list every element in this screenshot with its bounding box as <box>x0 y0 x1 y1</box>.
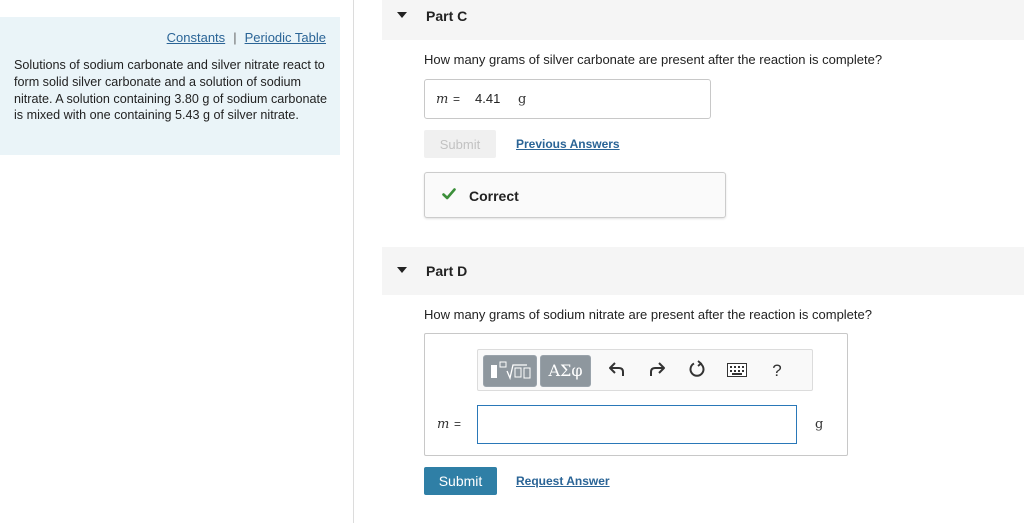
undo-icon[interactable] <box>606 360 628 382</box>
reset-icon[interactable] <box>686 360 708 382</box>
problem-statement: Solutions of sodium carbonate and silver… <box>14 58 327 123</box>
answer-unit: g <box>518 92 527 107</box>
collapse-caret-icon[interactable] <box>397 12 407 18</box>
part-d-question: How many grams of sodium nitrate are pre… <box>424 307 872 322</box>
link-separator: | <box>233 30 237 45</box>
math-toolbar: ΑΣφ ? <box>477 349 813 391</box>
part-c-title: Part C <box>426 8 468 24</box>
collapse-caret-icon[interactable] <box>397 267 407 273</box>
redo-icon[interactable] <box>646 360 668 382</box>
keyboard-icon[interactable] <box>726 360 748 382</box>
resource-links: Constants | Periodic Table <box>167 30 326 45</box>
left-panel: Constants | Periodic Table Solutions of so… <box>0 0 354 523</box>
answer-input[interactable] <box>477 405 797 444</box>
feedback-box: Correct <box>424 172 726 218</box>
part-d-answer-area: ΑΣφ ? m = g <box>424 333 848 456</box>
part-c-submit-button: Submit <box>424 130 496 158</box>
periodic-table-link[interactable]: Periodic Table <box>245 30 326 45</box>
help-button[interactable]: ? <box>766 360 788 382</box>
answer-variable: m <box>437 417 450 432</box>
checkmark-icon <box>442 188 456 200</box>
answer-unit: g <box>815 417 824 432</box>
answer-variable: m <box>436 92 449 107</box>
constants-link[interactable]: Constants <box>167 30 226 45</box>
previous-answers-link[interactable]: Previous Answers <box>516 137 620 151</box>
part-d-header[interactable]: Part D <box>382 247 1024 295</box>
templates-icon <box>491 361 531 381</box>
equals-sign: = <box>454 417 462 431</box>
problem-info-box: Constants | Periodic Table Solutions of so… <box>0 17 340 155</box>
templates-button[interactable] <box>483 355 537 387</box>
equals-sign: = <box>453 92 461 106</box>
part-d-submit-button[interactable]: Submit <box>424 467 497 495</box>
greek-symbols-button[interactable]: ΑΣφ <box>540 355 591 387</box>
part-c-answer-display: m = 4.41 g <box>424 79 711 119</box>
part-d-title: Part D <box>426 263 468 279</box>
feedback-correct-label: Correct <box>469 188 519 204</box>
part-c-question: How many grams of silver carbonate are p… <box>424 52 883 67</box>
part-c-header[interactable]: Part C <box>382 0 1024 40</box>
request-answer-link[interactable]: Request Answer <box>516 474 610 488</box>
answer-value: 4.41 <box>475 91 501 106</box>
